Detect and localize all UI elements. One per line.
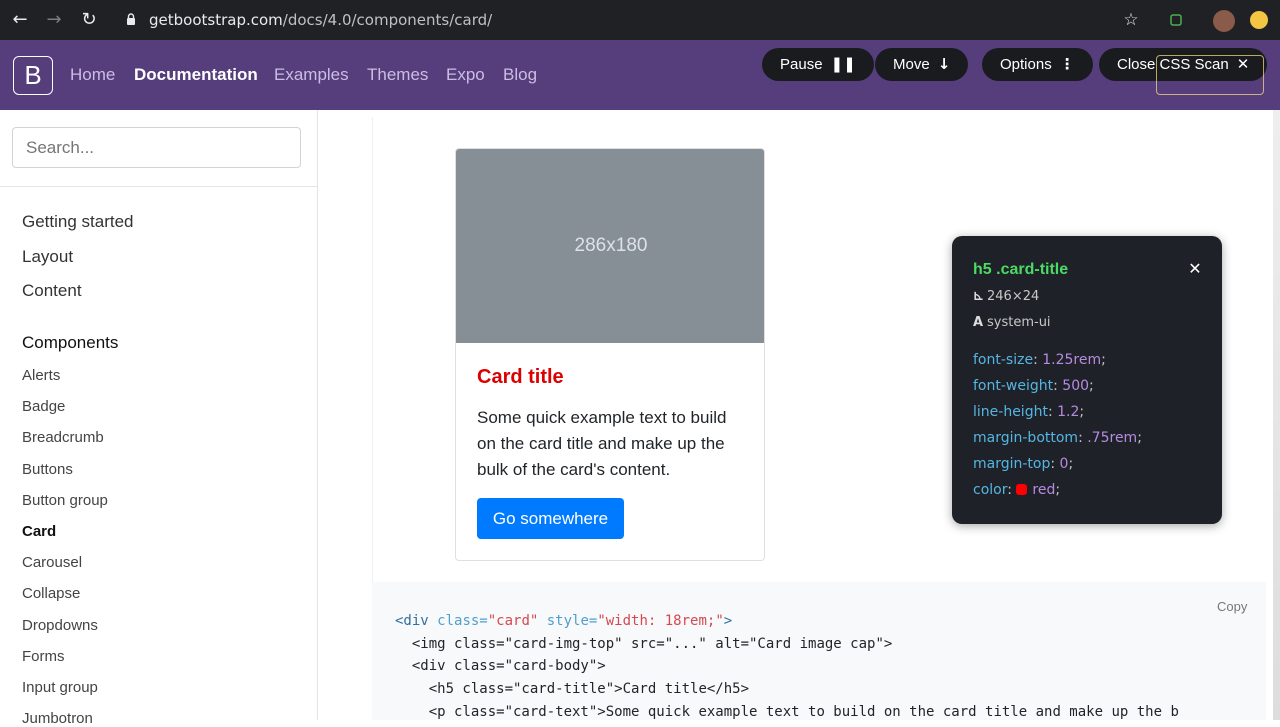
sidebar-item-carousel[interactable]: Carousel <box>22 554 82 571</box>
color-swatch <box>1016 484 1028 495</box>
more-vertical-icon: ⋮ <box>1059 55 1075 73</box>
sidebar-item-card[interactable]: Card <box>22 523 56 540</box>
sidebar-group-getting-started[interactable]: Getting started <box>22 212 134 232</box>
back-icon[interactable]: ← <box>10 10 30 30</box>
selector-label: h5 .card-title <box>973 261 1069 278</box>
code-snippet: Copy <div class="card" style="width: 18r… <box>372 582 1266 720</box>
css-prop-color: color: red; <box>973 482 1061 498</box>
sidebar-group-content[interactable]: Content <box>22 281 82 301</box>
sidebar-item-breadcrumb[interactable]: Breadcrumb <box>22 429 104 446</box>
sidebar-divider <box>0 186 317 187</box>
nav-themes[interactable]: Themes <box>367 65 428 85</box>
sidebar-item-jumbotron[interactable]: Jumbotron <box>22 710 93 727</box>
card-title: Card title <box>477 366 564 388</box>
card-example: 286x180 Card title Some quick example te… <box>455 148 765 561</box>
arrow-down-icon: ↓ <box>937 55 951 73</box>
move-button[interactable]: Move ↓ <box>875 48 969 81</box>
css-prop-line-height: line-height: 1.2; <box>973 404 1085 420</box>
ruler-icon: ⊾ <box>973 289 984 304</box>
css-prop-font-weight: font-weight: 500; <box>973 378 1094 394</box>
sidebar-item-buttons[interactable]: Buttons <box>22 461 73 478</box>
extension-icon[interactable] <box>1170 14 1182 26</box>
bootstrap-logo[interactable]: B <box>13 56 53 95</box>
lock-icon <box>127 13 135 25</box>
code-line-img: <img class="card-img-top" src="..." alt=… <box>411 635 893 652</box>
sidebar-group-layout[interactable]: Layout <box>22 247 73 267</box>
scrollbar[interactable] <box>1273 110 1280 720</box>
copy-button[interactable]: Copy <box>1217 599 1247 614</box>
css-prop-margin-bottom: margin-bottom: .75rem; <box>973 430 1142 446</box>
sidebar-group-components[interactable]: Components <box>22 333 118 353</box>
sidebar-item-alerts[interactable]: Alerts <box>22 367 60 384</box>
code-line-card-body: <div class="card-body"> <box>411 658 606 675</box>
sidebar-item-input-group[interactable]: Input group <box>22 679 98 696</box>
pause-button[interactable]: Pause ❚❚ <box>762 48 874 81</box>
extension-badge-icon[interactable] <box>1250 11 1268 29</box>
browser-toolbar: ← → ↻ getbootstrap.com/docs/4.0/componen… <box>0 0 1280 40</box>
element-size: ⊾ 246×24 <box>973 289 1040 304</box>
pause-icon: ❚❚ <box>830 55 856 73</box>
code-line-p: <p class="card-text">Some quick example … <box>428 703 1179 720</box>
docs-sidebar: Getting started Layout Content Component… <box>0 110 318 727</box>
element-font: Asystem-ui <box>973 315 1051 330</box>
nav-blog[interactable]: Blog <box>503 65 537 85</box>
sidebar-item-dropdowns[interactable]: Dropdowns <box>22 617 98 634</box>
code-line-h5: <h5 class="card-title">Card title</h5> <box>428 681 750 698</box>
address-bar[interactable]: getbootstrap.com/docs/4.0/components/car… <box>149 8 492 32</box>
sidebar-item-collapse[interactable]: Collapse <box>22 585 80 602</box>
code-block: <div class="card" style="width: 18rem;">… <box>395 613 1179 720</box>
css-prop-margin-top: margin-top: 0; <box>973 456 1074 472</box>
options-button[interactable]: Options ⋮ <box>982 48 1093 81</box>
reload-icon[interactable]: ↻ <box>79 10 99 30</box>
sidebar-item-forms[interactable]: Forms <box>22 648 65 665</box>
bookmark-star-icon[interactable]: ☆ <box>1121 10 1141 30</box>
site-navbar: B Home Documentation Examples Themes Exp… <box>0 40 1280 110</box>
card-text: Some quick example text to build on the … <box>477 408 727 479</box>
nav-examples[interactable]: Examples <box>274 65 349 85</box>
main-content: 286x180 Card title Some quick example te… <box>318 110 1280 720</box>
nav-documentation[interactable]: Documentation <box>134 65 258 85</box>
nav-home[interactable]: Home <box>70 65 115 85</box>
go-somewhere-button[interactable]: Go somewhere <box>477 498 624 539</box>
css-scan-popup: h5 .card-title ✕ ⊾ 246×24 Asystem-ui font… <box>952 236 1222 524</box>
font-icon: A <box>973 315 984 330</box>
example-preview: 286x180 Card title Some quick example te… <box>372 117 1266 583</box>
css-prop-font-size: font-size: 1.25rem; <box>973 352 1106 368</box>
search-input[interactable] <box>12 127 301 168</box>
nav-expo[interactable]: Expo <box>446 65 485 85</box>
card-image-placeholder: 286x180 <box>456 149 764 343</box>
profile-avatar[interactable] <box>1213 10 1235 32</box>
download-button[interactable] <box>1156 55 1264 95</box>
sidebar-item-badge[interactable]: Badge <box>22 398 65 415</box>
forward-icon[interactable]: → <box>44 10 64 30</box>
pin-icon[interactable]: ✕ <box>1186 260 1204 278</box>
sidebar-item-button-group[interactable]: Button group <box>22 492 108 509</box>
